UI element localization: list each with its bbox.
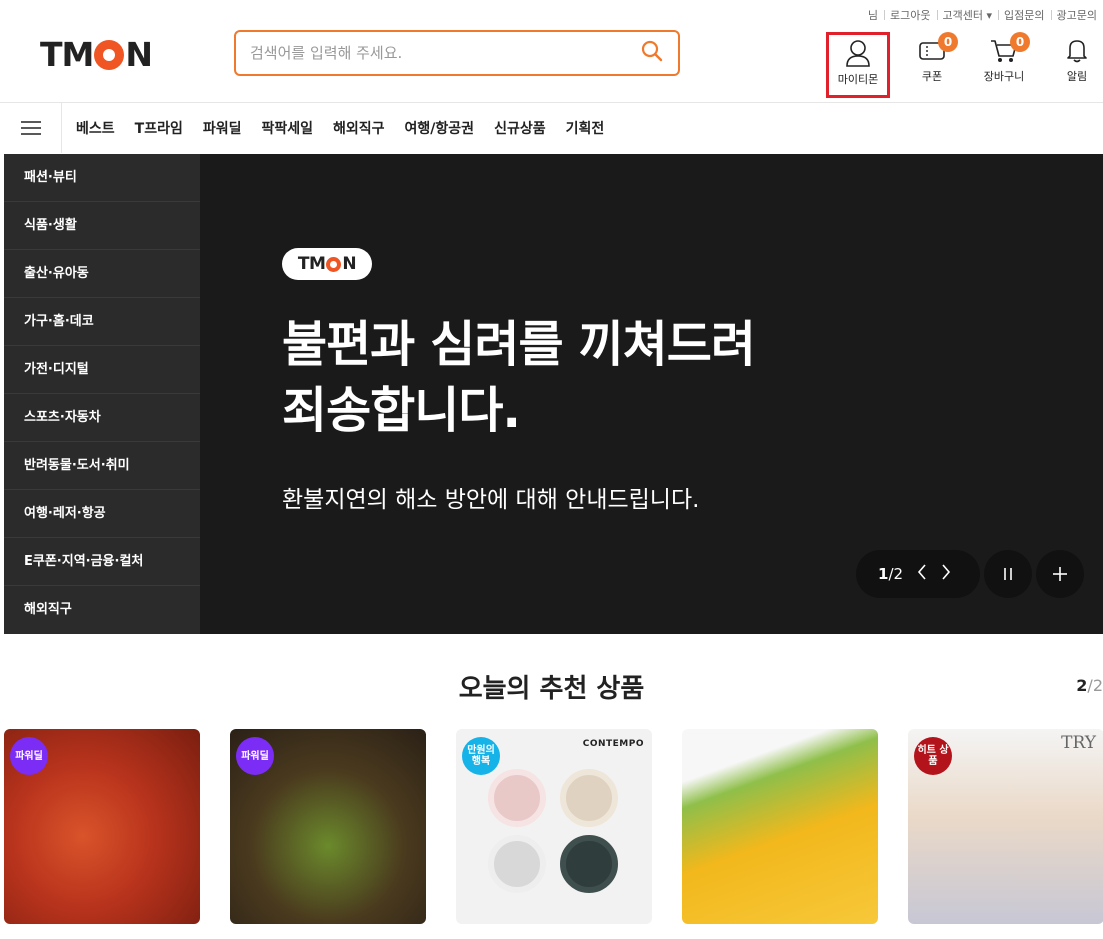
- fan-image: [488, 769, 546, 827]
- logo-o-icon: [94, 40, 125, 70]
- hero-page-total: /2: [888, 565, 904, 583]
- hero-subtitle: 환불지연의 해소 방안에 대해 안내드립니다.: [282, 487, 700, 513]
- recommended-page-current: 2: [1076, 676, 1088, 695]
- product-card[interactable]: 파워딜: [230, 729, 426, 924]
- search-input[interactable]: [250, 44, 640, 62]
- hero-title-line2: 죄송합니다.: [282, 382, 521, 439]
- logo-text-right: N: [125, 34, 153, 74]
- nav-powerdeal[interactable]: 파워딜: [203, 118, 242, 138]
- category-item[interactable]: E쿠폰·지역·금융·컬처: [4, 538, 200, 586]
- hero-logo: TM N: [282, 248, 372, 280]
- search-box: [234, 30, 680, 76]
- pause-icon: [1004, 568, 1012, 580]
- ad-inquiry-link[interactable]: 광고문의: [1050, 7, 1103, 23]
- logout-link[interactable]: 로그아웃: [884, 7, 936, 23]
- category-item[interactable]: 반려동물·도서·취미: [4, 442, 200, 490]
- hero-logo-o-icon: [326, 256, 342, 272]
- category-item[interactable]: 가구·홈·데코: [4, 298, 200, 346]
- hamburger-icon: [20, 121, 41, 135]
- recommended-page-total: /2: [1087, 676, 1103, 695]
- product-brand-label: TRY: [1061, 733, 1096, 753]
- more-banners-button[interactable]: [1036, 550, 1084, 598]
- product-brand-label: CONTEMPO: [582, 739, 644, 749]
- utility-links: 님 로그아웃 고객센터 ▾ 입점문의 광고문의: [862, 6, 1103, 24]
- main-nav: 베스트 T프라임 파워딜 팍팍세일 해외직구 여행/항공권 신규상품 기획전: [0, 103, 1103, 153]
- cart-label: 장바구니: [983, 70, 1025, 83]
- hero-logo-left: TM: [297, 254, 326, 274]
- hero-banner[interactable]: TM N 불편과 심려를 끼쳐드려 죄송합니다. 환불지연의 해소 방안에 대해…: [200, 154, 1103, 634]
- category-item[interactable]: 식품·생활: [4, 202, 200, 250]
- nav-best[interactable]: 베스트: [76, 118, 115, 138]
- logo-text-left: TM: [40, 34, 94, 74]
- fan-image: [488, 835, 546, 893]
- fan-image: [560, 835, 618, 893]
- recommended-pager: 2/2: [1076, 676, 1103, 695]
- product-tag-badge: 파워딜: [10, 737, 48, 775]
- product-card[interactable]: 만원의 행복 CONTEMPO: [456, 729, 652, 924]
- product-tag-badge: 히트 상품: [914, 737, 952, 775]
- user-name: 님: [867, 9, 879, 22]
- customer-center-link[interactable]: 고객센터 ▾: [936, 7, 999, 23]
- nav-new[interactable]: 신규상품: [494, 118, 546, 138]
- category-item[interactable]: 스포츠·자동차: [4, 394, 200, 442]
- coupon-label: 쿠폰: [921, 70, 943, 83]
- user-icon: [846, 40, 870, 67]
- recommended-title: 오늘의 추천 상품: [458, 674, 645, 704]
- search-icon[interactable]: [640, 39, 664, 67]
- product-card[interactable]: 파워딜: [4, 729, 200, 924]
- hero-pager: 1 /2: [856, 550, 980, 598]
- mytmon-button[interactable]: 마이티몬: [826, 32, 890, 98]
- alarm-label: 알림: [1066, 70, 1088, 83]
- coupon-count-badge: 0: [938, 32, 958, 52]
- mytmon-label: 마이티몬: [837, 73, 879, 86]
- partner-inquiry-link[interactable]: 입점문의: [998, 7, 1050, 23]
- next-arrow-icon[interactable]: [941, 564, 951, 584]
- plus-icon: [1053, 567, 1067, 581]
- nav-tprime[interactable]: T프라임: [135, 118, 183, 138]
- category-item[interactable]: 출산·유아동: [4, 250, 200, 298]
- nav-travel[interactable]: 여행/항공권: [405, 118, 475, 138]
- nav-overseas[interactable]: 해외직구: [333, 118, 385, 138]
- hero-logo-right: N: [342, 254, 357, 274]
- coupon-button[interactable]: 쿠폰 0: [902, 32, 962, 94]
- cart-count-badge: 0: [1010, 32, 1030, 52]
- cart-button[interactable]: 장바구니 0: [974, 32, 1034, 94]
- product-card[interactable]: 히트 상품 TRY: [908, 729, 1103, 924]
- category-item[interactable]: 가전·디지털: [4, 346, 200, 394]
- tmon-logo[interactable]: TM N: [40, 35, 153, 74]
- fan-image: [560, 769, 618, 827]
- hero-page-current: 1: [878, 565, 889, 583]
- category-item[interactable]: 해외직구: [4, 586, 200, 634]
- prev-arrow-icon[interactable]: [917, 564, 927, 584]
- product-card[interactable]: [682, 729, 878, 924]
- category-sidebar: 패션·뷰티 식품·생활 출산·유아동 가구·홈·데코 가전·디지털 스포츠·자동…: [4, 154, 200, 634]
- bell-icon: [1067, 40, 1087, 63]
- category-menu-button[interactable]: [0, 103, 62, 153]
- category-item[interactable]: 여행·레저·항공: [4, 490, 200, 538]
- product-tag-badge: 만원의 행복: [462, 737, 500, 775]
- pause-button[interactable]: [984, 550, 1032, 598]
- hero-title: 불편과 심려를 끼쳐드려 죄송합니다.: [282, 312, 756, 444]
- alarm-button[interactable]: 알림: [1047, 36, 1103, 94]
- nav-special[interactable]: 기획전: [566, 118, 605, 138]
- nav-sale[interactable]: 팍팍세일: [261, 118, 313, 138]
- hero-title-line1: 불편과 심려를 끼쳐드려: [282, 316, 756, 373]
- product-tag-badge: 파워딜: [236, 737, 274, 775]
- category-item[interactable]: 패션·뷰티: [4, 154, 200, 202]
